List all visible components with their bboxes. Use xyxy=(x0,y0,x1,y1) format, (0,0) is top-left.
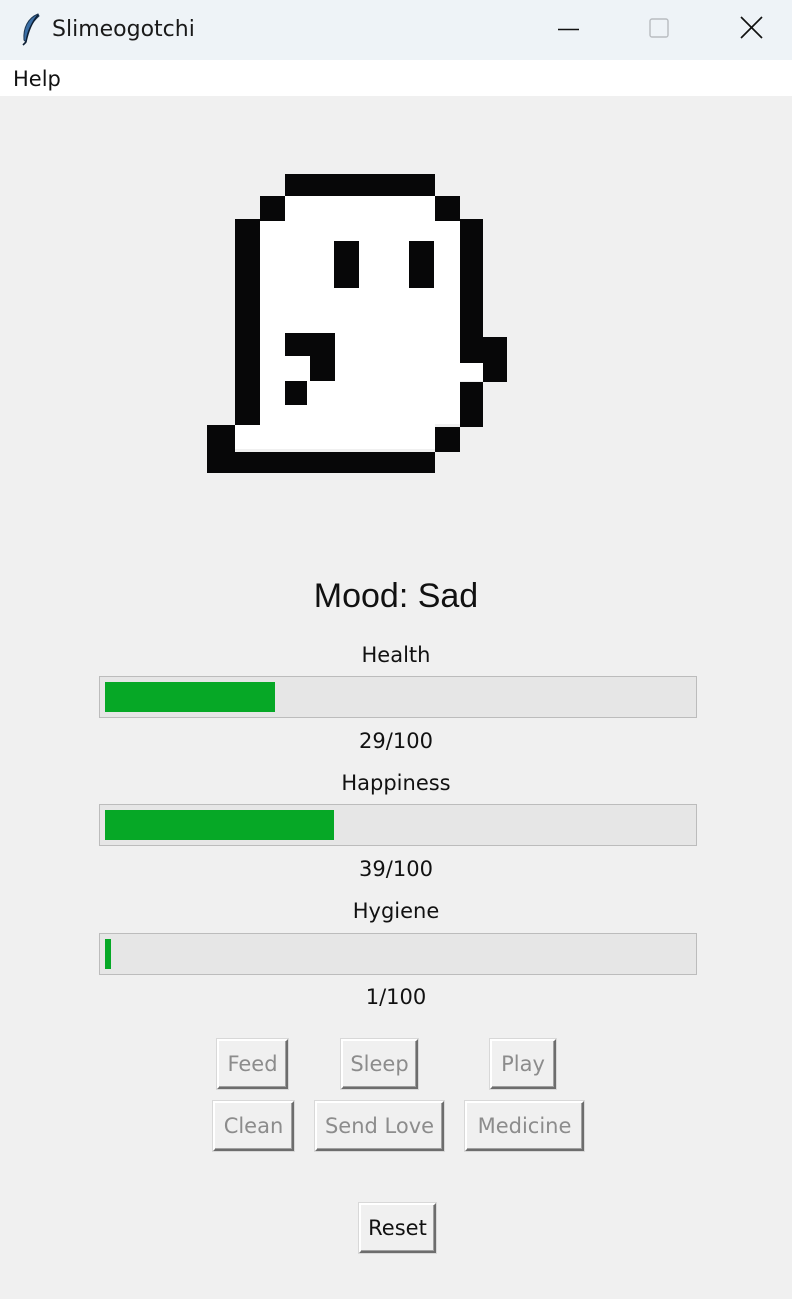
health-bar-fill xyxy=(105,682,275,712)
medicine-button[interactable]: Medicine xyxy=(465,1101,584,1151)
ghost-pixel-sprite xyxy=(207,174,507,473)
window-title: Slimeogotchi xyxy=(52,17,195,42)
clean-button[interactable]: Clean xyxy=(213,1101,294,1151)
play-button[interactable]: Play xyxy=(490,1039,556,1089)
minimize-icon xyxy=(558,28,579,31)
menu-help[interactable]: Help xyxy=(13,66,61,92)
maximize-button[interactable] xyxy=(612,0,704,60)
hygiene-progress-bar xyxy=(99,933,697,975)
sleep-button[interactable]: Sleep xyxy=(341,1039,418,1089)
hygiene-value: 1/100 xyxy=(365,985,427,1009)
health-value: 29/100 xyxy=(359,729,433,753)
health-progress-bar xyxy=(99,676,697,718)
title-bar[interactable]: Slimeogotchi xyxy=(0,0,792,60)
close-icon xyxy=(740,16,763,39)
happiness-bar-fill xyxy=(105,810,334,840)
close-button[interactable] xyxy=(706,0,792,60)
menu-bar: Help xyxy=(0,60,792,96)
maximize-icon xyxy=(649,18,669,38)
feed-button[interactable]: Feed xyxy=(217,1039,288,1089)
reset-button[interactable]: Reset xyxy=(359,1203,436,1253)
health-label: Health xyxy=(361,643,431,667)
hygiene-label: Hygiene xyxy=(352,899,440,923)
hygiene-bar-fill xyxy=(105,939,111,969)
mood-label: Mood: Sad xyxy=(313,577,479,615)
happiness-value: 39/100 xyxy=(359,857,433,881)
feather-icon xyxy=(22,13,40,46)
happiness-progress-bar xyxy=(99,804,697,846)
minimize-button[interactable] xyxy=(522,0,614,60)
send-love-button[interactable]: Send Love xyxy=(315,1101,444,1151)
app-window: Slimeogotchi Help Mood: Sad Health 29/10… xyxy=(0,0,792,1299)
happiness-label: Happiness xyxy=(341,771,451,795)
